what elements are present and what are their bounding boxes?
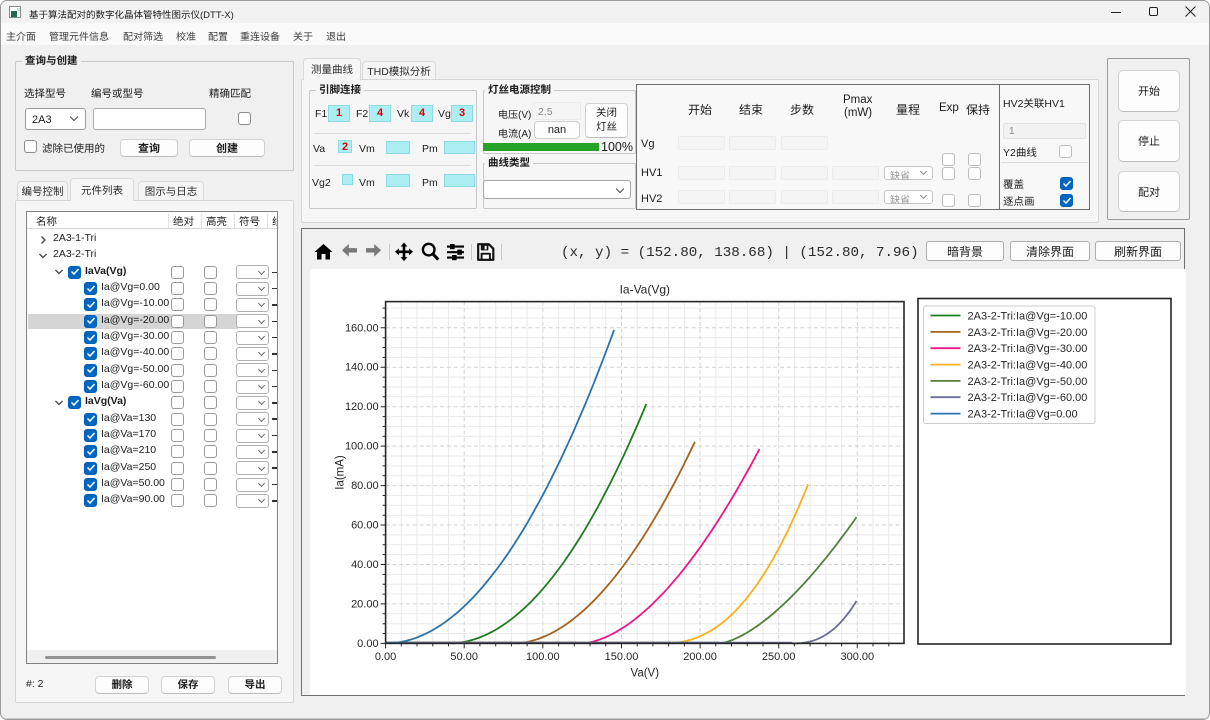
svg-text:Ia-Va(Vg): Ia-Va(Vg) [620,283,670,297]
svg-text:300.00: 300.00 [840,651,874,663]
svg-text:200.00: 200.00 [683,651,717,663]
svg-text:2A3-2-Tri:Ia@Vg=-30.00: 2A3-2-Tri:Ia@Vg=-30.00 [968,343,1088,355]
svg-text:0.00: 0.00 [375,651,396,663]
svg-text:150.00: 150.00 [605,651,639,663]
svg-text:120.00: 120.00 [345,401,379,413]
svg-text:140.00: 140.00 [345,362,379,374]
svg-text:Ia(mA): Ia(mA) [335,455,347,490]
svg-text:0.00: 0.00 [357,638,378,650]
svg-text:2A3-2-Tri:Ia@Vg=-20.00: 2A3-2-Tri:Ia@Vg=-20.00 [968,327,1088,339]
svg-text:2A3-2-Tri:Ia@Vg=-10.00: 2A3-2-Tri:Ia@Vg=-10.00 [968,311,1088,323]
svg-text:Va(V): Va(V) [631,667,660,679]
svg-text:40.00: 40.00 [351,559,379,571]
svg-text:2A3-2-Tri:Ia@Vg=-60.00: 2A3-2-Tri:Ia@Vg=-60.00 [968,392,1088,404]
svg-text:100.00: 100.00 [526,651,560,663]
svg-text:250.00: 250.00 [762,651,796,663]
svg-text:80.00: 80.00 [351,480,379,492]
svg-text:2A3-2-Tri:Ia@Vg=-40.00: 2A3-2-Tri:Ia@Vg=-40.00 [968,360,1088,372]
svg-text:60.00: 60.00 [351,520,379,532]
svg-text:20.00: 20.00 [351,598,379,610]
svg-text:160.00: 160.00 [345,322,379,334]
svg-text:50.00: 50.00 [450,651,478,663]
svg-text:100.00: 100.00 [345,441,379,453]
svg-text:2A3-2-Tri:Ia@Vg=0.00: 2A3-2-Tri:Ia@Vg=0.00 [968,409,1078,421]
svg-text:2A3-2-Tri:Ia@Vg=-50.00: 2A3-2-Tri:Ia@Vg=-50.00 [968,376,1088,388]
